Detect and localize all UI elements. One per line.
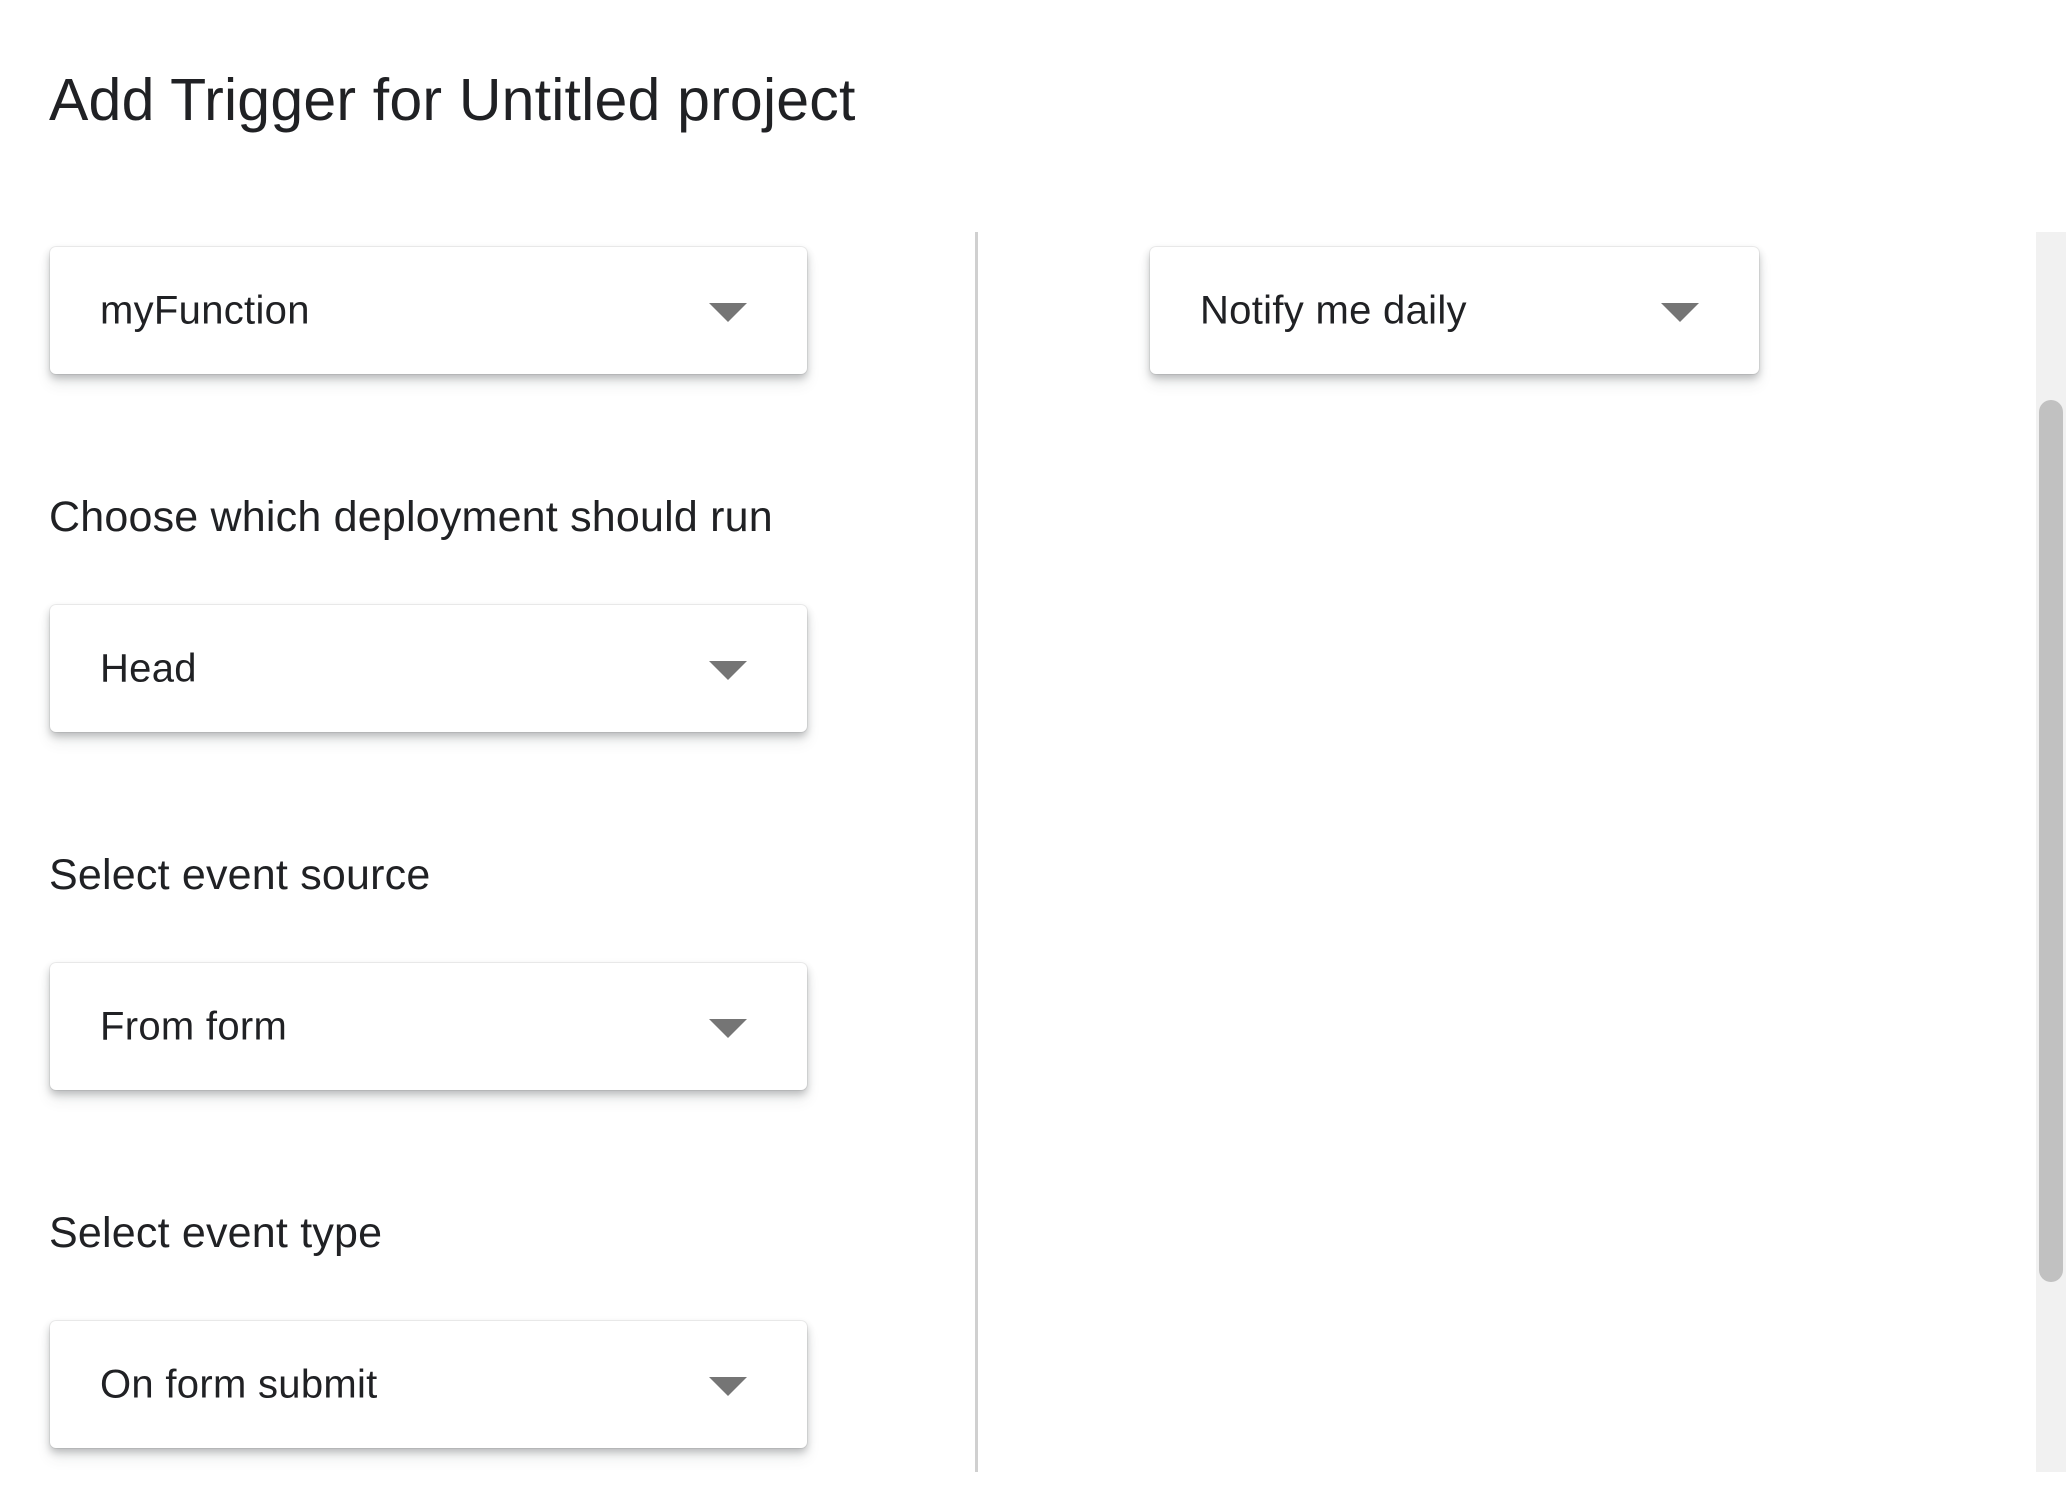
caret-down-icon (709, 1376, 747, 1396)
deployment-select-value: Head (100, 646, 197, 690)
event-type-label: Select event type (49, 1209, 383, 1257)
event-source-select-value: From form (100, 1004, 288, 1048)
event-source-label: Select event source (49, 851, 431, 899)
caret-down-icon (709, 302, 747, 322)
scrollbar-thumb[interactable] (2039, 400, 2063, 1282)
caret-down-icon (1661, 302, 1699, 322)
failure-notification-select-value: Notify me daily (1200, 288, 1467, 332)
event-type-select[interactable]: On form submit (50, 1321, 807, 1448)
deployment-label: Choose which deployment should run (49, 493, 773, 541)
column-divider (975, 232, 978, 1472)
function-select-value: myFunction (100, 288, 310, 332)
failure-notification-select[interactable]: Notify me daily (1150, 247, 1759, 374)
event-source-select[interactable]: From form (50, 963, 807, 1090)
event-type-select-value: On form submit (100, 1362, 378, 1406)
deployment-select[interactable]: Head (50, 605, 807, 732)
caret-down-icon (709, 1018, 747, 1038)
caret-down-icon (709, 660, 747, 680)
function-select[interactable]: myFunction (50, 247, 807, 374)
dialog-title: Add Trigger for Untitled project (49, 67, 856, 133)
add-trigger-dialog: Add Trigger for Untitled project myFunct… (0, 0, 2070, 1485)
